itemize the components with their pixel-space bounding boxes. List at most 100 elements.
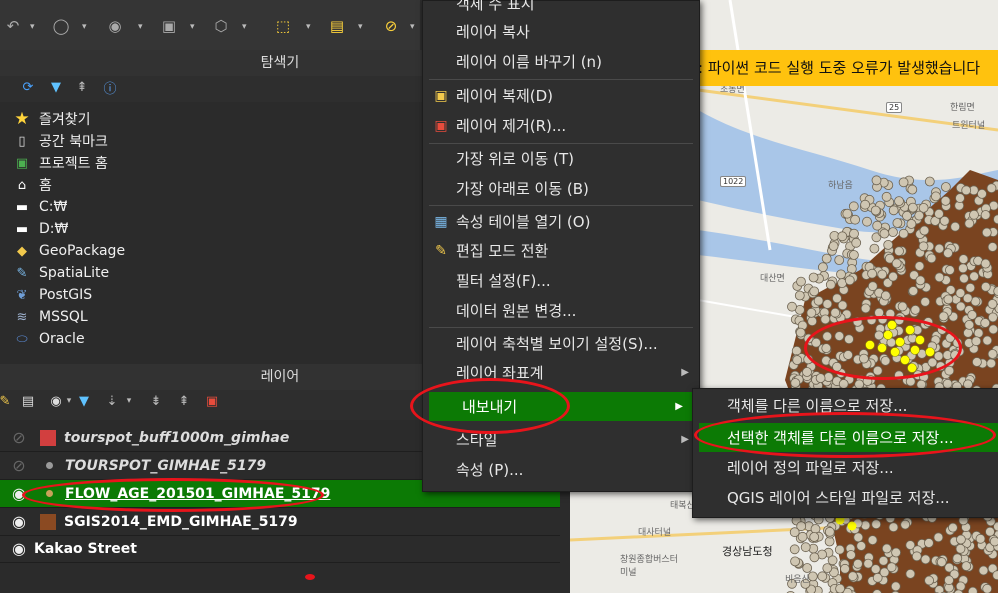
menu-item-duplicate-layer[interactable]: ▣ 레이어 복제(D) [423,81,699,110]
visibility-off-icon[interactable]: ⊘ [6,456,32,475]
browser-item-mssql[interactable]: ≋ MSSQL [12,306,88,328]
deselect-features-icon[interactable]: ⊘ [380,15,402,37]
menu-item-move-to-bottom[interactable]: 가장 아래로 이동 (B) [423,174,699,203]
info-icon[interactable]: ⓘ [102,76,118,98]
submenu-item-save-qgis-style[interactable]: QGIS 레이어 스타일 파일로 저장... [693,483,998,512]
collapse-all-icon[interactable]: ⇞ [176,390,192,412]
flow-point [867,535,878,545]
map-label: 하남읍 [828,181,853,191]
flow-point [880,290,891,301]
selected-point [890,347,900,357]
browser-item-project-home[interactable]: ▣ 프로젝트 홈 [12,152,108,174]
flow-point [934,585,945,593]
browser-item-geopackage[interactable]: ◆ GeoPackage [12,240,125,262]
dropdown-arrow-icon[interactable]: ▾ [138,22,143,32]
measure-tool-icon[interactable]: ▣ [158,15,180,37]
flow-point [822,563,833,573]
flow-point [915,275,926,286]
select-by-value-icon[interactable]: ▤ [326,15,348,37]
flow-point [878,555,889,566]
flow-point [958,254,969,265]
visibility-off-icon[interactable]: ⊘ [6,428,32,447]
flow-point [969,209,979,220]
flow-point [918,202,929,213]
dropdown-arrow-icon[interactable]: ▾ [306,22,311,32]
submenu-item-save-features-as[interactable]: 객체를 다른 이름으로 저장... [693,391,998,420]
browser-item-spatialite[interactable]: ✎ SpatiaLite [12,262,110,284]
filter-icon[interactable]: ▼ [48,76,64,98]
refresh-icon[interactable]: ⟳ [20,76,36,98]
mssql-icon: ≋ [16,309,28,325]
select-features-icon[interactable]: ⬚ [272,15,294,37]
menu-item-scale-visibility[interactable]: 레이어 축척별 보이기 설정(S)... [423,329,699,358]
menu-item-toggle-editing[interactable]: ✎ 편집 모드 전환 [423,236,699,265]
browser-item-d-drive[interactable]: ▬ D:₩ [12,218,69,240]
menu-item-properties[interactable]: 속성 (P)... [423,455,699,484]
visibility-on-icon[interactable]: ◉ [6,539,32,558]
browser-item-oracle[interactable]: ⬭ Oracle [12,328,84,350]
submenu-item-save-selected-features-as[interactable]: 선택한 객체를 다른 이름으로 저장... [699,423,998,452]
flow-point [900,519,911,530]
flow-point [885,308,896,319]
remove-layer-icon[interactable]: ▣ [204,390,220,412]
visibility-on-icon[interactable]: ◉ [6,484,32,503]
flow-point [923,538,934,548]
dropdown-arrow-icon[interactable]: ▾ [82,22,87,32]
menu-item-export[interactable]: 내보내기 ▶ [429,392,693,421]
dropdown-arrow-icon[interactable]: ▾ [30,22,35,32]
identify-tool-icon[interactable]: ◉ [104,15,126,37]
menu-item-style[interactable]: 스타일 ▶ [423,425,699,454]
flow-point [891,547,902,558]
menu-item-open-attribute-table[interactable]: ▦ 속성 테이블 열기 (O) [423,207,699,236]
menu-item-show-feature-count[interactable]: 객체 수 표시 [423,0,699,18]
menu-item-remove-layer[interactable]: ▣ 레이어 제거(R)... [423,111,699,140]
layer-style-icon[interactable]: ✎ [0,390,10,412]
menu-item-set-filter[interactable]: 필터 설정(F)... [423,266,699,295]
flow-point [980,258,991,269]
menu-item-move-to-top[interactable]: 가장 위로 이동 (T) [423,144,699,173]
submenu-item-save-layer-definition[interactable]: 레이어 정의 파일로 저장... [693,453,998,482]
undo-icon[interactable]: ↶ [2,15,24,37]
browser-item-home[interactable]: ⌂ 홈 [12,174,52,196]
dropdown-arrow-icon[interactable]: ▾ [124,390,134,412]
manage-visibility-icon[interactable]: ◉ [46,390,66,412]
browser-item-postgis[interactable]: ❦ PostGIS [12,284,93,306]
flow-point [870,205,881,216]
flow-point [835,583,845,593]
dropdown-arrow-icon[interactable]: ▾ [242,22,247,32]
visibility-on-icon[interactable]: ◉ [6,512,32,531]
flow-point [923,317,934,327]
flow-point [959,273,969,284]
annotation-tool-icon[interactable]: ⬡ [210,15,232,37]
menu-item-copy-layer[interactable]: 레이어 복사 [423,17,699,46]
add-group-icon[interactable]: ▤ [20,390,36,412]
layer-row-sgis-emd[interactable]: ◉ SGIS2014_EMD_GIMHAE_5179 [0,508,560,536]
layer-row-kakao-street[interactable]: ◉ Kakao Street [0,535,560,563]
browser-item-c-drive[interactable]: ▬ C:₩ [12,196,68,218]
zoom-tool-icon[interactable]: ◯ [50,15,72,37]
menu-item-change-data-source[interactable]: 데이터 원본 변경... [423,296,699,325]
flow-point [860,199,871,210]
dropdown-arrow-icon[interactable]: ▾ [190,22,195,32]
dropdown-arrow-icon[interactable]: ▾ [64,390,74,412]
menu-item-rename-layer[interactable]: 레이어 이름 바꾸기 (n) [423,47,699,76]
flow-point [879,228,890,239]
collapse-all-icon[interactable]: ⇞ [74,76,90,98]
flow-point [862,376,873,387]
dropdown-arrow-icon[interactable]: ▾ [358,22,363,32]
flow-point [935,361,946,372]
menu-item-layer-crs[interactable]: 레이어 좌표계 ▶ [423,358,699,387]
expand-all-icon[interactable]: ⇟ [148,390,164,412]
flow-point [796,276,806,287]
annotation-dot [305,574,315,580]
dropdown-arrow-icon[interactable]: ▾ [410,22,415,32]
flow-point [822,331,833,342]
flow-point [867,268,878,279]
flow-point [934,272,945,283]
flow-point [821,253,832,264]
browser-item-favorites[interactable]: ★ 즐겨찾기 [12,108,90,130]
filter-by-expression-icon[interactable]: ⇣ [104,390,120,412]
filter-legend-icon[interactable]: ▼ [76,390,92,412]
attribute-table-icon: ▦ [434,213,448,230]
browser-item-bookmarks[interactable]: ▯ 공간 북마크 [12,130,107,152]
